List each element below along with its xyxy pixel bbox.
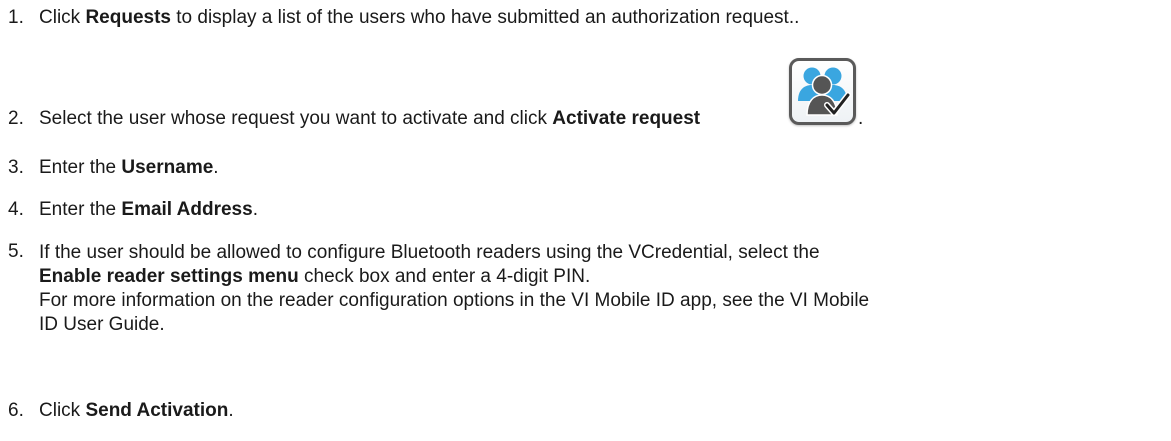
requests-ref: Requests <box>85 7 171 28</box>
instruction-list: 1. Click Requests to display a list of t… <box>0 0 1171 441</box>
step-number: 3. <box>8 157 24 178</box>
username-ref: Username <box>121 157 214 178</box>
step-number: 6. <box>8 400 24 421</box>
step-text: Click Requests to display a list of the … <box>39 7 800 28</box>
activate-request-icon <box>789 58 856 125</box>
activate-request-ref: Activate request <box>552 108 701 129</box>
step-number: 1. <box>8 7 24 28</box>
step-text: If the user should be allowed to configu… <box>39 242 870 335</box>
step-text: Click Send Activation. <box>39 400 234 421</box>
enable-reader-settings-ref: Enable reader settings menu <box>39 266 299 287</box>
step-text: Select the user whose request you want t… <box>39 108 701 129</box>
step-number: 4. <box>8 199 24 220</box>
step-text-end: . <box>858 108 864 129</box>
email-address-ref: Email Address <box>121 199 253 220</box>
users-checkmark-icon <box>798 67 851 116</box>
step-number: 2. <box>8 108 24 129</box>
step-text: Enter the Username. <box>39 157 219 178</box>
step-number: 5. <box>8 241 24 262</box>
send-activation-ref: Send Activation <box>85 400 229 421</box>
step-text: Enter the Email Address. <box>39 199 258 220</box>
